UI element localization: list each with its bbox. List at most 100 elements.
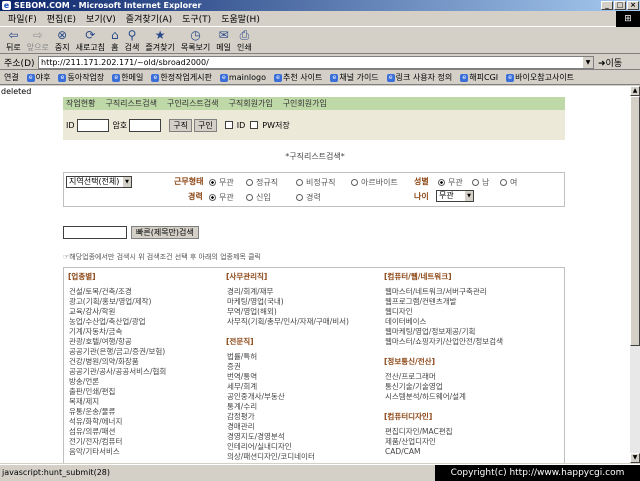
- search-button[interactable]: ⚲ 검색: [125, 28, 140, 53]
- link-item[interactable]: 링크 사용자 정의: [387, 72, 453, 83]
- category-link[interactable]: 전기/전자/컴퓨터: [66, 437, 226, 447]
- category-link[interactable]: 목재/제지: [66, 397, 226, 407]
- category-link[interactable]: 웹디자인: [382, 307, 542, 317]
- link-item[interactable]: 한메일: [112, 72, 143, 83]
- region-select[interactable]: 지역선택(전체) ▼: [66, 176, 132, 188]
- forward-arrow-button[interactable]: ⇨ 앞으로: [27, 28, 49, 53]
- menu-file[interactable]: 파일(F): [8, 12, 37, 25]
- category-link[interactable]: CAD/CAM: [382, 447, 542, 457]
- category-link[interactable]: 기계/자동차/금속: [66, 327, 226, 337]
- maximize-button[interactable]: □: [614, 1, 626, 10]
- link-item[interactable]: 야후: [27, 72, 51, 83]
- category-link[interactable]: 경리/회계/재무: [224, 287, 384, 297]
- category-link[interactable]: 음악/기타서비스: [66, 447, 226, 457]
- category-link[interactable]: 통신기술/기술영업: [382, 382, 542, 392]
- work-type-parttime-radio[interactable]: 아르바이트: [351, 177, 398, 188]
- work-type-nonregular-radio[interactable]: 비정규직: [296, 177, 335, 188]
- login-employer-button[interactable]: 구인: [194, 118, 217, 132]
- nav-seeker-join[interactable]: 구직회원가입: [229, 98, 273, 109]
- category-link[interactable]: 데이터베이스: [382, 317, 542, 327]
- go-button[interactable]: ➜이동: [598, 56, 622, 69]
- save-pw-checkbox[interactable]: [250, 121, 259, 129]
- scroll-down-icon[interactable]: ▼: [630, 453, 640, 463]
- history-button[interactable]: ◷ 목록보기: [181, 28, 210, 53]
- category-link[interactable]: 세무/회계: [224, 382, 384, 392]
- work-type-any-radio[interactable]: 무관: [209, 177, 234, 188]
- print-button[interactable]: ⎙ 인쇄: [237, 28, 252, 53]
- career-experienced-radio[interactable]: 경력: [296, 192, 321, 203]
- menu-help[interactable]: 도움말(H): [221, 12, 260, 25]
- category-link[interactable]: 전산/프로그래머: [382, 372, 542, 382]
- login-seeker-button[interactable]: 구직: [169, 118, 192, 132]
- category-link[interactable]: 웹마케팅/영업/정보제공/기획: [382, 327, 542, 337]
- category-link[interactable]: 경매관리: [224, 422, 384, 432]
- category-link[interactable]: 시스템분석/하드웨어/설계: [382, 392, 542, 402]
- menu-tools[interactable]: 도구(T): [182, 12, 211, 25]
- category-link[interactable]: 관광/호텔/여행/항공: [66, 337, 226, 347]
- scroll-thumb[interactable]: [630, 96, 640, 346]
- stop-button[interactable]: ⊗ 중지: [55, 28, 70, 53]
- category-link[interactable]: 섬유/의류/패션: [66, 427, 226, 437]
- favorites-button[interactable]: ★ 즐겨찾기: [145, 28, 174, 53]
- gender-female-radio[interactable]: 여: [500, 177, 517, 188]
- scroll-up-icon[interactable]: ▲: [630, 86, 640, 96]
- category-link[interactable]: 웹마스터/네트워크/서버구축관리: [382, 287, 542, 297]
- gender-any-radio[interactable]: 무관: [438, 177, 463, 188]
- work-type-regular-radio[interactable]: 정규직: [246, 177, 278, 188]
- nav-employer-join[interactable]: 구인회원가입: [283, 98, 327, 109]
- nav-work-status[interactable]: 작업현황: [66, 98, 95, 109]
- link-item[interactable]: 채널 가이드: [330, 72, 378, 83]
- category-link[interactable]: 농업/수산업/축산업/광업: [66, 317, 226, 327]
- link-item[interactable]: mainlogo: [220, 73, 266, 82]
- category-link[interactable]: 방송/언론: [66, 377, 226, 387]
- career-any-radio[interactable]: 무관: [209, 192, 234, 203]
- age-select[interactable]: 무관 ▼: [436, 190, 474, 202]
- category-link[interactable]: 번역/통역: [224, 372, 384, 382]
- category-link[interactable]: 무역/영업(해외): [224, 307, 384, 317]
- menu-favorites[interactable]: 즐겨찾기(A): [126, 12, 172, 25]
- category-link[interactable]: 건설/토목/건축/조경: [66, 287, 226, 297]
- nav-job-list[interactable]: 구인리스트검색: [167, 98, 219, 109]
- home-button[interactable]: ⌂ 홈: [111, 28, 119, 53]
- vertical-scrollbar[interactable]: ▲ ▼: [630, 86, 640, 463]
- address-input[interactable]: http://211.171.202.171/~old/sbroad2000/ …: [38, 55, 594, 69]
- refresh-button[interactable]: ⟳ 새로고침: [76, 28, 105, 53]
- quick-search-button[interactable]: 빠른(제목만)검색: [131, 226, 199, 239]
- mail-button[interactable]: ✉ 메일: [216, 28, 231, 53]
- nav-seeker-list[interactable]: 구직리스트검색: [105, 98, 157, 109]
- quick-search-input[interactable]: [63, 226, 127, 239]
- category-link[interactable]: 광고(기획/홍보/영업/제작): [66, 297, 226, 307]
- category-link[interactable]: 공인중개사/부동산: [224, 392, 384, 402]
- category-link[interactable]: 제품/산업디자인: [382, 437, 542, 447]
- category-link[interactable]: 웹프로그램/컨텐츠개발: [382, 297, 542, 307]
- category-link[interactable]: 편집디자인/MAC편집: [382, 427, 542, 437]
- link-item[interactable]: 동아작업장: [58, 72, 104, 83]
- menu-edit[interactable]: 편집(E): [47, 12, 76, 25]
- category-link[interactable]: 유통/운송/물류: [66, 407, 226, 417]
- minimize-button[interactable]: _: [601, 1, 613, 10]
- category-link[interactable]: 감정평가: [224, 412, 384, 422]
- category-link[interactable]: 공공기관(은행/금고/증권/보험): [66, 347, 226, 357]
- password-input[interactable]: [129, 118, 162, 132]
- category-link[interactable]: 법률/특허: [224, 352, 384, 362]
- category-link[interactable]: 공공기관/공사/공공서비스/협회: [66, 367, 226, 377]
- category-link[interactable]: 웹마스터/쇼핑자키/산업안전/정보검색: [382, 337, 542, 347]
- category-link[interactable]: 경영지도/경영분석: [224, 432, 384, 442]
- menu-view[interactable]: 보기(V): [86, 12, 116, 25]
- category-link[interactable]: 의상/패션디자인/코디네이터: [224, 452, 384, 462]
- link-item[interactable]: 추천 사이트: [274, 72, 322, 83]
- link-item[interactable]: 해피CGI: [460, 72, 498, 83]
- category-link[interactable]: 인테리어/실내디자인: [224, 442, 384, 452]
- category-link[interactable]: 출판/인쇄/편집: [66, 387, 226, 397]
- category-link[interactable]: 사무직(기획/총무/인사/자재/구매/비서): [224, 317, 384, 327]
- close-button[interactable]: ×: [627, 1, 639, 10]
- category-link[interactable]: 증권: [224, 362, 384, 372]
- category-link[interactable]: 건강/병원/의약/화장품: [66, 357, 226, 367]
- gender-male-radio[interactable]: 남: [472, 177, 489, 188]
- id-input[interactable]: [76, 118, 109, 132]
- link-item[interactable]: 한정작업게시판: [151, 72, 212, 83]
- category-link[interactable]: 통계/수리: [224, 402, 384, 412]
- link-item[interactable]: 바이오참고사이트: [506, 72, 574, 83]
- back-arrow-button[interactable]: ⇦ 뒤로: [6, 28, 21, 53]
- address-dropdown-icon[interactable]: ▼: [583, 56, 593, 68]
